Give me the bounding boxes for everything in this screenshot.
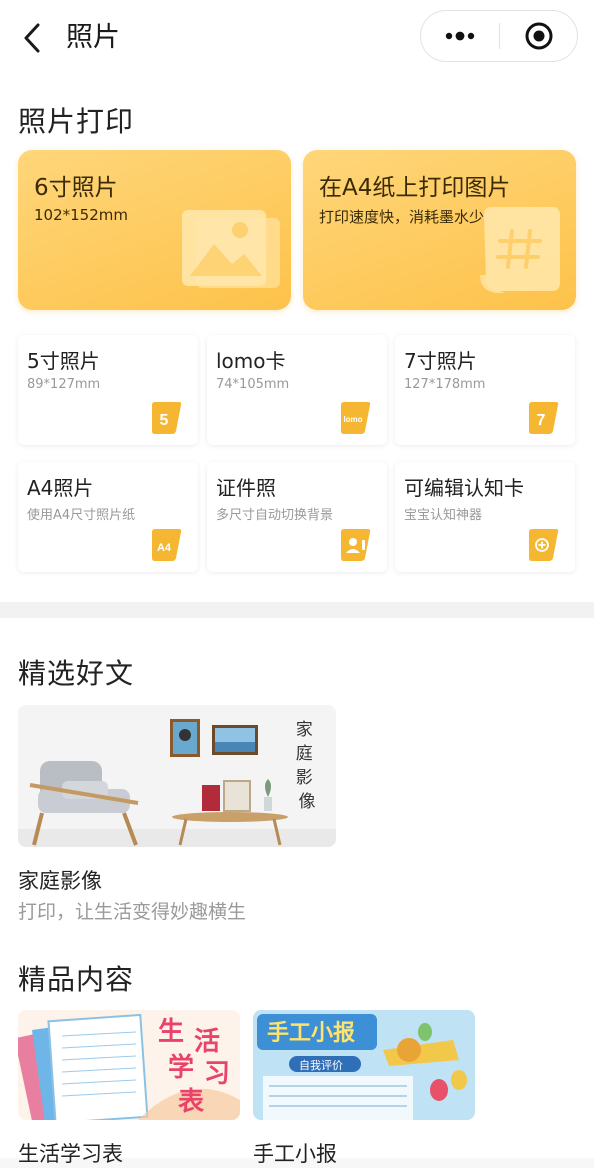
- product-image-study-table[interactable]: 生 活 学 习 表: [18, 1010, 240, 1120]
- size-7-badge-icon: 7: [529, 402, 559, 434]
- card-id-photo[interactable]: 证件照 多尺寸自动切换背景: [207, 462, 387, 572]
- card-a4-print[interactable]: 在A4纸上打印图片 打印速度快，消耗墨水少: [303, 150, 576, 310]
- page-title: 照片: [66, 22, 120, 53]
- card-title: 可编辑认知卡: [404, 476, 524, 500]
- more-button[interactable]: [421, 11, 499, 61]
- card-title: 7寸照片: [404, 349, 477, 373]
- section-title-premium: 精品内容: [18, 963, 135, 996]
- lomo-badge-icon: lomo: [341, 402, 371, 434]
- card-6inch-photo[interactable]: 6寸照片 102*152mm: [18, 150, 291, 310]
- image-text-char-2: 庭: [296, 744, 313, 764]
- card-7inch-photo[interactable]: 7寸照片 127*178mm 7: [395, 335, 575, 445]
- plus-circle-icon: [529, 529, 559, 561]
- card-title: 5寸照片: [27, 349, 100, 373]
- article-subtitle: 打印，让生活变得妙趣横生: [18, 901, 247, 923]
- living-room-image: 家 庭 影 像: [18, 705, 336, 847]
- id-photo-icon: [341, 529, 371, 561]
- card-subtitle: 多尺寸自动切换背景: [216, 508, 334, 523]
- card-subtitle: 89*127mm: [27, 377, 101, 392]
- more-dots-icon: [445, 31, 475, 41]
- card-a4-photo[interactable]: A4照片 使用A4尺寸照片纸 A4: [18, 462, 198, 572]
- card-subtitle: 打印速度快，消耗墨水少: [319, 208, 485, 226]
- svg-text:5: 5: [160, 412, 169, 429]
- product-label-study-table[interactable]: 生活学习表: [18, 1138, 123, 1168]
- hash-document-icon: [480, 207, 560, 293]
- card-editable-cognition[interactable]: 可编辑认知卡 宝宝认知神器: [395, 462, 575, 572]
- card-5inch-photo[interactable]: 5寸照片 89*127mm 5: [18, 335, 198, 445]
- mini-program-capsule: [420, 10, 578, 62]
- section-title-articles: 精选好文: [18, 657, 135, 690]
- close-button[interactable]: [500, 11, 578, 61]
- study-table-image: 生 活 学 习 表: [18, 1010, 240, 1120]
- article-image-family-photo[interactable]: 家 庭 影 像: [18, 705, 336, 847]
- card-lomo[interactable]: lomo卡 74*105mm lomo: [207, 335, 387, 445]
- svg-text:A4: A4: [157, 542, 172, 554]
- handmade-newspaper-image: 手工小报 自我评价: [253, 1010, 475, 1120]
- card-title: A4照片: [27, 476, 94, 500]
- chevron-left-icon: [24, 23, 40, 53]
- card-title: 证件照: [216, 476, 276, 500]
- product-image-handmade-newspaper[interactable]: 手工小报 自我评价: [253, 1010, 475, 1120]
- card-subtitle: 127*178mm: [404, 377, 486, 392]
- svg-text:手工小报: 手工小报: [267, 1021, 355, 1046]
- card-subtitle: 宝宝认知神器: [404, 508, 483, 523]
- image-text-char-3: 影: [296, 768, 313, 788]
- svg-text:自我评价: 自我评价: [299, 1059, 343, 1072]
- image-icon: [182, 210, 280, 288]
- navigation-bar: 照片: [0, 0, 594, 80]
- card-title: lomo卡: [216, 349, 286, 373]
- card-title: 6寸照片: [34, 175, 118, 201]
- card-title: 在A4纸上打印图片: [319, 175, 511, 201]
- article-title[interactable]: 家庭影像: [18, 865, 102, 895]
- image-text-char-1: 家: [296, 720, 313, 740]
- back-button[interactable]: [18, 18, 48, 58]
- svg-text:7: 7: [537, 412, 546, 429]
- section-title-photo-print: 照片打印: [18, 105, 135, 138]
- size-5-badge-icon: 5: [152, 402, 182, 434]
- svg-text:lomo: lomo: [343, 415, 362, 424]
- a4-badge-icon: A4: [152, 529, 182, 561]
- target-close-icon: [525, 22, 553, 50]
- product-label-handmade-newspaper[interactable]: 手工小报: [253, 1138, 337, 1168]
- card-subtitle: 102*152mm: [34, 206, 128, 224]
- image-text-char-4: 像: [299, 792, 316, 812]
- card-subtitle: 使用A4尺寸照片纸: [27, 508, 136, 523]
- section-divider: [0, 602, 594, 618]
- card-subtitle: 74*105mm: [216, 377, 290, 392]
